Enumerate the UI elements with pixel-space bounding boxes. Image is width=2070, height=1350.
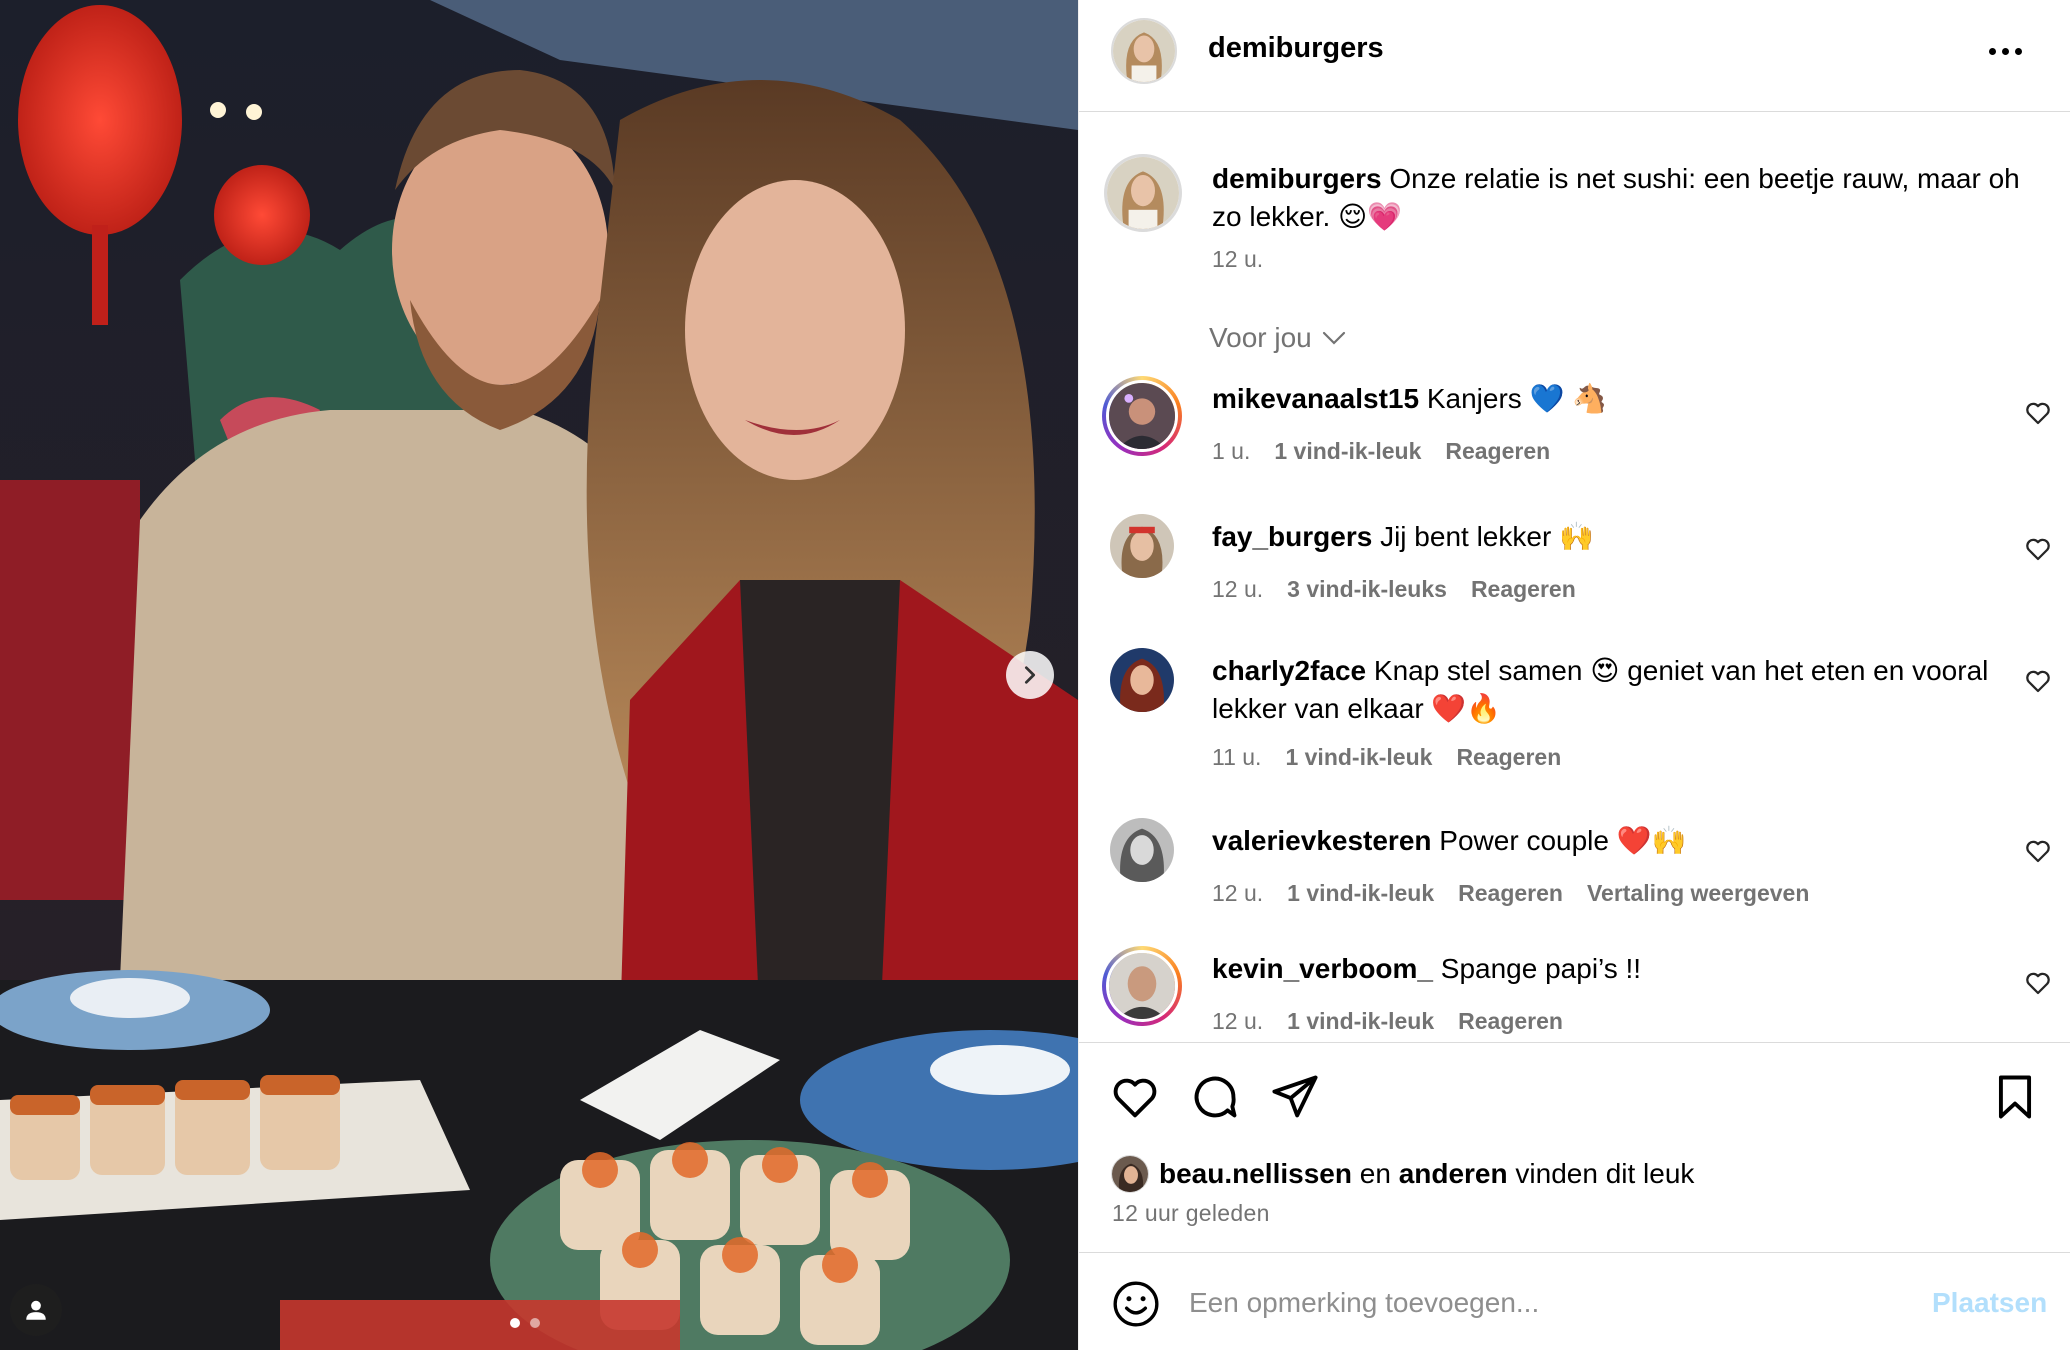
more-dot [2001,47,2009,55]
commenter-username[interactable]: fay_burgers [1212,521,1372,552]
post-photo[interactable] [0,0,1078,1350]
carousel-dots [510,1318,540,1328]
comment-text: mikevanaalst15 Kanjers 💙 🐴 [1212,380,1992,418]
heart-icon[interactable] [2023,836,2053,866]
comment-meta: 12 u. 1 vind-ik-leuk Reageren [1212,1008,1563,1035]
more-horizontal-icon [1988,47,1996,55]
comment-meta: 11 u. 1 vind-ik-leuk Reageren [1212,744,1561,771]
author-username[interactable]: demiburgers [1208,32,1384,65]
post-details-panel: demiburgers demiburgers Onze relatie is … [1078,0,2070,1350]
photo-scene [0,0,1078,1350]
commenter-avatar[interactable] [1102,946,1182,1026]
heart-icon[interactable] [1109,1071,1161,1123]
carousel-dot [530,1318,540,1328]
comment-meta: 12 u. 3 vind-ik-leuks Reageren [1212,576,1576,603]
comment-text: charly2face Knap stel samen 😍 geniet van… [1212,652,1992,728]
comment-time: 1 u. [1212,438,1251,464]
caption-avatar[interactable] [1104,154,1182,232]
comment-input[interactable] [1189,1275,1849,1331]
add-comment-bar: Plaatsen [1079,1252,2070,1350]
send-icon[interactable] [1269,1071,1321,1123]
post-header: demiburgers [1079,0,2070,112]
comment-likes[interactable]: 1 vind-ik-leuk [1287,880,1434,907]
reply-button[interactable]: Reageren [1445,438,1550,465]
comment-body: Spange papi’s !! [1433,953,1642,984]
comment-body: Jij bent lekker 🙌 [1372,521,1594,552]
caption-username[interactable]: demiburgers [1212,163,1382,194]
post-comment-button[interactable]: Plaatsen [1932,1287,2047,1319]
post-timestamp[interactable]: 12 uur geleden [1112,1200,1270,1227]
reply-button[interactable]: Reageren [1456,744,1561,771]
more-options-button[interactable] [1985,34,2025,68]
heart-icon[interactable] [2023,534,2053,564]
commenter-username[interactable]: mikevanaalst15 [1212,383,1419,414]
comment-likes[interactable]: 3 vind-ik-leuks [1287,576,1447,603]
comment-sort-dropdown[interactable]: Voor jou [1209,322,1346,354]
comment-time: 12 u. [1212,880,1264,906]
commenter-avatar[interactable] [1110,514,1174,578]
commenter-username[interactable]: valerievkesteren [1212,825,1432,856]
caption-text: demiburgers Onze relatie is net sushi: e… [1212,160,2042,236]
emoji-icon[interactable] [1111,1279,1161,1329]
heart-icon[interactable] [2023,398,2053,428]
more-dot [2014,47,2022,55]
heart-icon[interactable] [2023,666,2053,696]
comment-likes[interactable]: 1 vind-ik-leuk [1285,744,1432,771]
commenter-avatar[interactable] [1110,648,1174,712]
comment-text: fay_burgers Jij bent lekker 🙌 [1212,518,1992,556]
comment-body: Kanjers 💙 🐴 [1419,383,1608,414]
heart-icon[interactable] [2023,968,2053,998]
next-photo-button[interactable] [1006,651,1054,699]
user-tag-icon [26,1300,46,1320]
reply-button[interactable]: Reageren [1471,576,1576,603]
comment-meta: 12 u. 1 vind-ik-leuk Reageren Vertaling … [1212,880,1809,907]
author-avatar[interactable] [1111,18,1177,84]
translate-button[interactable]: Vertaling weergeven [1587,880,1809,907]
reply-button[interactable]: Reageren [1458,880,1563,907]
sort-label: Voor jou [1209,322,1312,353]
commenter-avatar[interactable] [1110,818,1174,882]
likes-suffix: vinden dit leuk [1515,1158,1695,1189]
comment-icon[interactable] [1189,1071,1241,1123]
liker-username[interactable]: beau.nellissen [1159,1158,1352,1189]
comment-text: kevin_verboom_ Spange papi’s !! [1212,950,1992,988]
comment-text: valerievkesteren Power couple ❤️🙌 [1212,822,1992,860]
comment-likes[interactable]: 1 vind-ik-leuk [1287,1008,1434,1035]
comment-meta: 1 u. 1 vind-ik-leuk Reageren [1212,438,1550,465]
liker-avatar[interactable] [1111,1155,1149,1193]
comment-time: 12 u. [1212,1008,1264,1034]
likes-connector: en [1359,1158,1391,1189]
comment-likes[interactable]: 1 vind-ik-leuk [1274,438,1421,465]
likes-others[interactable]: anderen [1399,1158,1508,1189]
chevron-right-icon [1024,666,1036,684]
comment-time: 11 u. [1212,744,1262,770]
chevron-down-icon [1322,331,1345,345]
commenter-avatar[interactable] [1102,376,1182,456]
comment-body: Power couple ❤️🙌 [1431,825,1687,856]
carousel-dot-active [510,1318,520,1328]
bookmark-icon[interactable] [1989,1071,2041,1123]
reply-button[interactable]: Reageren [1458,1008,1563,1035]
commenter-username[interactable]: charly2face [1212,655,1366,686]
comment-time: 12 u. [1212,576,1264,602]
post-actions: beau.nellissen en anderen vinden dit leu… [1079,1042,2070,1272]
caption-timestamp: 12 u. [1212,246,1264,272]
tagged-users-button[interactable] [10,1284,62,1336]
likes-summary: beau.nellissen en anderen vinden dit leu… [1111,1155,1694,1193]
commenter-username[interactable]: kevin_verboom_ [1212,953,1433,984]
